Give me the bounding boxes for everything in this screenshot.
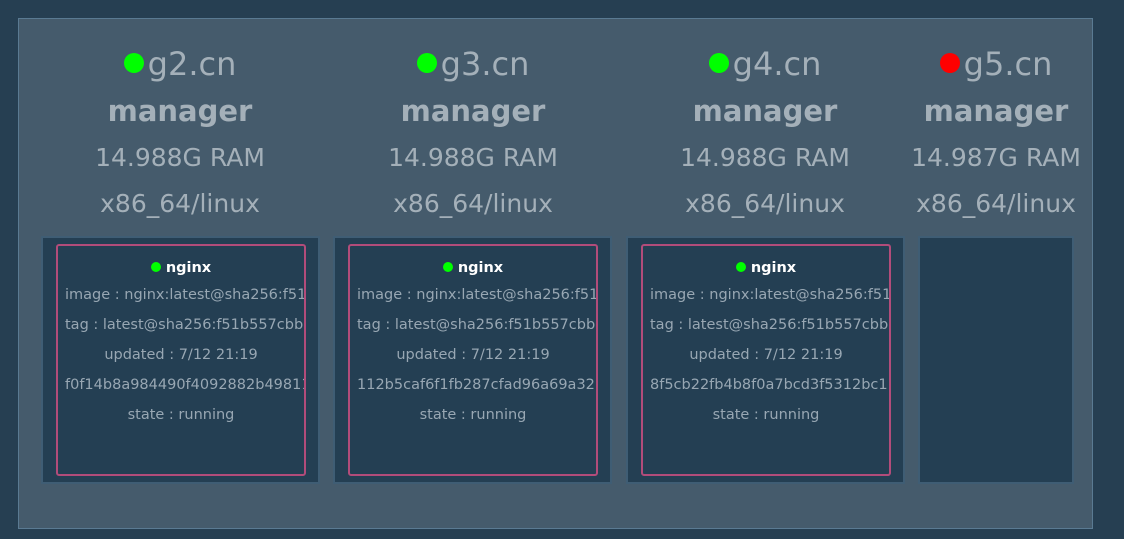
container-status-dot [735, 262, 746, 272]
container-status-dot [442, 262, 453, 272]
node-hostname-row: g3.cn [334, 41, 612, 87]
node-header: g3.cn manager 14.988G RAM x86_64/linux [334, 41, 612, 227]
node-container-area: nginx image : nginx:latest@sha256:f51b5 … [626, 236, 905, 484]
node-ram: 14.988G RAM [95, 143, 265, 172]
container-state: state : running [127, 407, 235, 423]
node-status-dot [416, 53, 437, 73]
node-arch: x86_64/linux [916, 189, 1076, 218]
container-name: nginx [750, 260, 797, 276]
node-hostname: g5.cn [963, 45, 1053, 83]
node-header: g4.cn manager 14.988G RAM x86_64/linux [626, 41, 904, 227]
node-container-area: nginx image : nginx:latest@sha256:f51b5 … [41, 236, 320, 484]
container-id: 8f5cb22fb4b8f0a7bcd3f5312bc11c [650, 377, 891, 393]
container-tag: tag : latest@sha256:f51b557cbb5e [650, 317, 891, 333]
node-role: manager [107, 94, 253, 128]
container-tag: tag : latest@sha256:f51b557cbb5e [65, 317, 306, 333]
container-id: f0f14b8a984490f4092882b49811aa [65, 377, 306, 393]
node-status-dot [123, 53, 144, 73]
container-name: nginx [457, 260, 504, 276]
cluster-panel: g2.cn manager 14.988G RAM x86_64/linux n… [18, 18, 1093, 529]
container-tag: tag : latest@sha256:f51b557cbb5e [357, 317, 598, 333]
container-title: nginx [58, 258, 304, 278]
container-card[interactable]: nginx image : nginx:latest@sha256:f51b5 … [348, 244, 598, 476]
node-container-area: nginx image : nginx:latest@sha256:f51b5 … [333, 236, 612, 484]
container-card[interactable]: nginx image : nginx:latest@sha256:f51b5 … [56, 244, 306, 476]
node-status-dot [708, 53, 729, 73]
container-title: nginx [350, 258, 596, 278]
container-state: state : running [712, 407, 820, 423]
node-hostname-row: g5.cn [909, 41, 1083, 87]
node-hostname-row: g2.cn [41, 41, 319, 87]
node-arch: x86_64/linux [685, 189, 845, 218]
container-updated: updated : 7/12 21:19 [396, 347, 550, 363]
container-image: image : nginx:latest@sha256:f51b5 [65, 287, 306, 303]
node-hostname: g2.cn [147, 45, 237, 83]
node-role: manager [923, 94, 1069, 128]
node-hostname: g3.cn [440, 45, 530, 83]
container-card[interactable]: nginx image : nginx:latest@sha256:f51b5 … [641, 244, 891, 476]
node-hostname-row: g4.cn [626, 41, 904, 87]
node-header: g5.cn manager 14.987G RAM x86_64/linux [909, 41, 1083, 227]
node-status-dot [939, 53, 960, 73]
node-container-area [918, 236, 1074, 484]
node-arch: x86_64/linux [393, 189, 553, 218]
node-role: manager [400, 94, 546, 128]
node-ram: 14.987G RAM [911, 143, 1081, 172]
container-name: nginx [165, 260, 212, 276]
container-title: nginx [643, 258, 889, 278]
container-status-dot [150, 262, 161, 272]
node-header: g2.cn manager 14.988G RAM x86_64/linux [41, 41, 319, 227]
container-updated: updated : 7/12 21:19 [689, 347, 843, 363]
container-id: 112b5caf6f1fb287cfad96a69a3212 [357, 377, 598, 393]
container-updated: updated : 7/12 21:19 [104, 347, 258, 363]
container-state: state : running [419, 407, 527, 423]
container-image: image : nginx:latest@sha256:f51b5 [650, 287, 891, 303]
node-hostname: g4.cn [732, 45, 822, 83]
node-arch: x86_64/linux [100, 189, 260, 218]
container-image: image : nginx:latest@sha256:f51b5 [357, 287, 598, 303]
node-ram: 14.988G RAM [388, 143, 558, 172]
node-ram: 14.988G RAM [680, 143, 850, 172]
node-role: manager [692, 94, 838, 128]
